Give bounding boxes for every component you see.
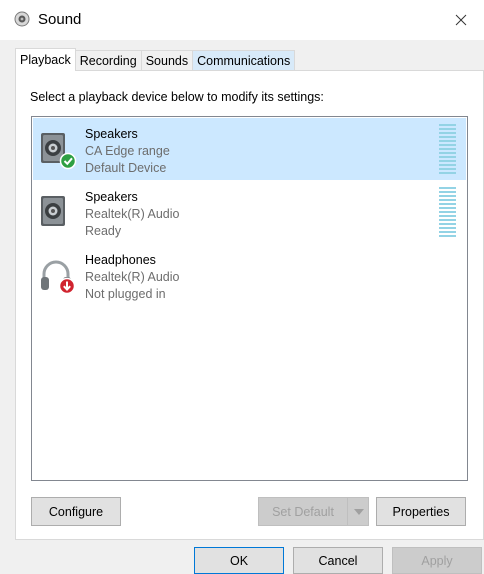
tab-strip: Playback Recording Sounds Communications bbox=[15, 48, 296, 71]
default-check-icon bbox=[59, 152, 77, 170]
properties-button[interactable]: Properties bbox=[376, 497, 466, 526]
speaker-icon bbox=[41, 196, 65, 226]
device-description: CA Edge range bbox=[85, 144, 170, 158]
device-item-speakers-realtek[interactable]: Speakers Realtek(R) Audio Ready bbox=[33, 181, 466, 243]
device-item-headphones[interactable]: Headphones Realtek(R) Audio Not plugged … bbox=[33, 244, 466, 306]
tab-communications[interactable]: Communications bbox=[193, 50, 296, 71]
volume-meter bbox=[439, 187, 456, 237]
window-title: Sound bbox=[38, 11, 82, 28]
set-default-split-button[interactable]: Set Default bbox=[258, 497, 369, 526]
title-bar: Sound bbox=[0, 0, 484, 40]
tab-sounds[interactable]: Sounds bbox=[141, 50, 194, 71]
tab-playback[interactable]: Playback bbox=[15, 48, 76, 71]
device-description: Realtek(R) Audio bbox=[85, 207, 180, 221]
tab-recording[interactable]: Recording bbox=[75, 50, 142, 71]
device-list[interactable]: Speakers CA Edge range Default Device Sp… bbox=[31, 116, 468, 481]
device-status: Default Device bbox=[85, 161, 167, 175]
device-name: Headphones bbox=[85, 253, 156, 267]
configure-button[interactable]: Configure bbox=[31, 497, 121, 526]
close-icon bbox=[455, 14, 467, 26]
headphones-icon bbox=[41, 260, 76, 295]
device-item-speakers-ca-edge[interactable]: Speakers CA Edge range Default Device bbox=[33, 118, 466, 180]
device-status: Ready bbox=[85, 224, 122, 238]
speaker-icon bbox=[14, 11, 30, 27]
device-status: Not plugged in bbox=[85, 287, 166, 301]
ok-button[interactable]: OK bbox=[194, 547, 284, 574]
chevron-down-icon bbox=[353, 508, 364, 515]
device-description: Realtek(R) Audio bbox=[85, 270, 180, 284]
speaker-icon bbox=[41, 133, 77, 170]
close-button[interactable] bbox=[438, 0, 484, 40]
instruction-text: Select a playback device below to modify… bbox=[30, 90, 324, 104]
set-default-button[interactable]: Set Default bbox=[259, 505, 347, 519]
device-name: Speakers bbox=[85, 190, 138, 204]
apply-button[interactable]: Apply bbox=[392, 547, 482, 574]
device-name: Speakers bbox=[85, 127, 138, 141]
playback-panel: Select a playback device below to modify… bbox=[15, 70, 484, 540]
set-default-dropdown[interactable] bbox=[347, 498, 369, 525]
volume-meter bbox=[439, 124, 456, 174]
cancel-button[interactable]: Cancel bbox=[293, 547, 383, 574]
